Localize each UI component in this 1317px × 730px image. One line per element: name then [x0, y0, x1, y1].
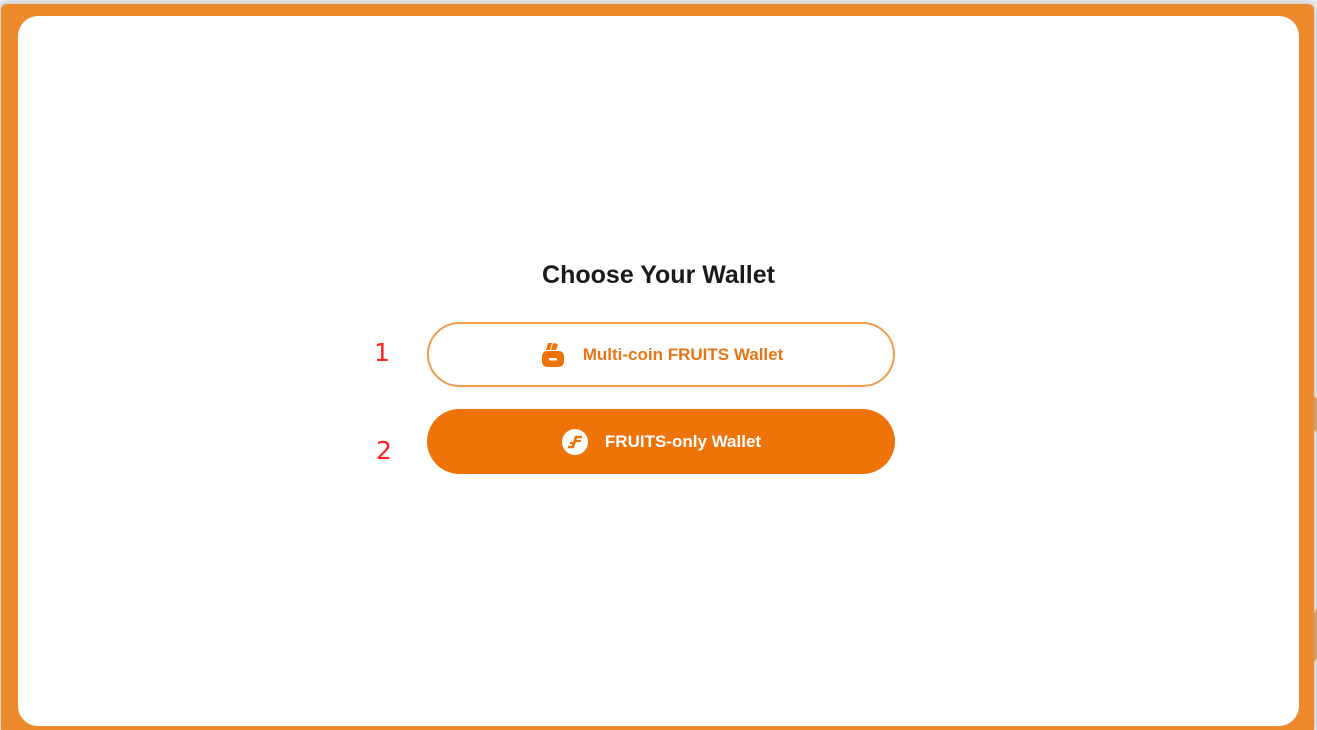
multi-coin-wallet-label: Multi-coin FRUITS Wallet [582, 344, 784, 364]
annotation-marker-2: 2 [376, 436, 392, 465]
page-title: Choose Your Wallet [542, 261, 775, 289]
wallet-chooser-card: Choose Your Wallet 1 2 Multi-coin FRUITS… [18, 16, 1299, 726]
annotation-marker-1: 1 [374, 338, 390, 367]
fruits-only-wallet-button[interactable]: FRUITS-only Wallet [427, 409, 895, 474]
window-frame: Choose Your Wallet 1 2 Multi-coin FRUITS… [1, 4, 1314, 730]
multi-coin-wallet-button[interactable]: Multi-coin FRUITS Wallet [427, 322, 895, 387]
wallet-icon [539, 341, 567, 369]
fruits-coin-icon [561, 428, 589, 456]
fruits-only-wallet-label: FRUITS-only Wallet [604, 431, 762, 451]
